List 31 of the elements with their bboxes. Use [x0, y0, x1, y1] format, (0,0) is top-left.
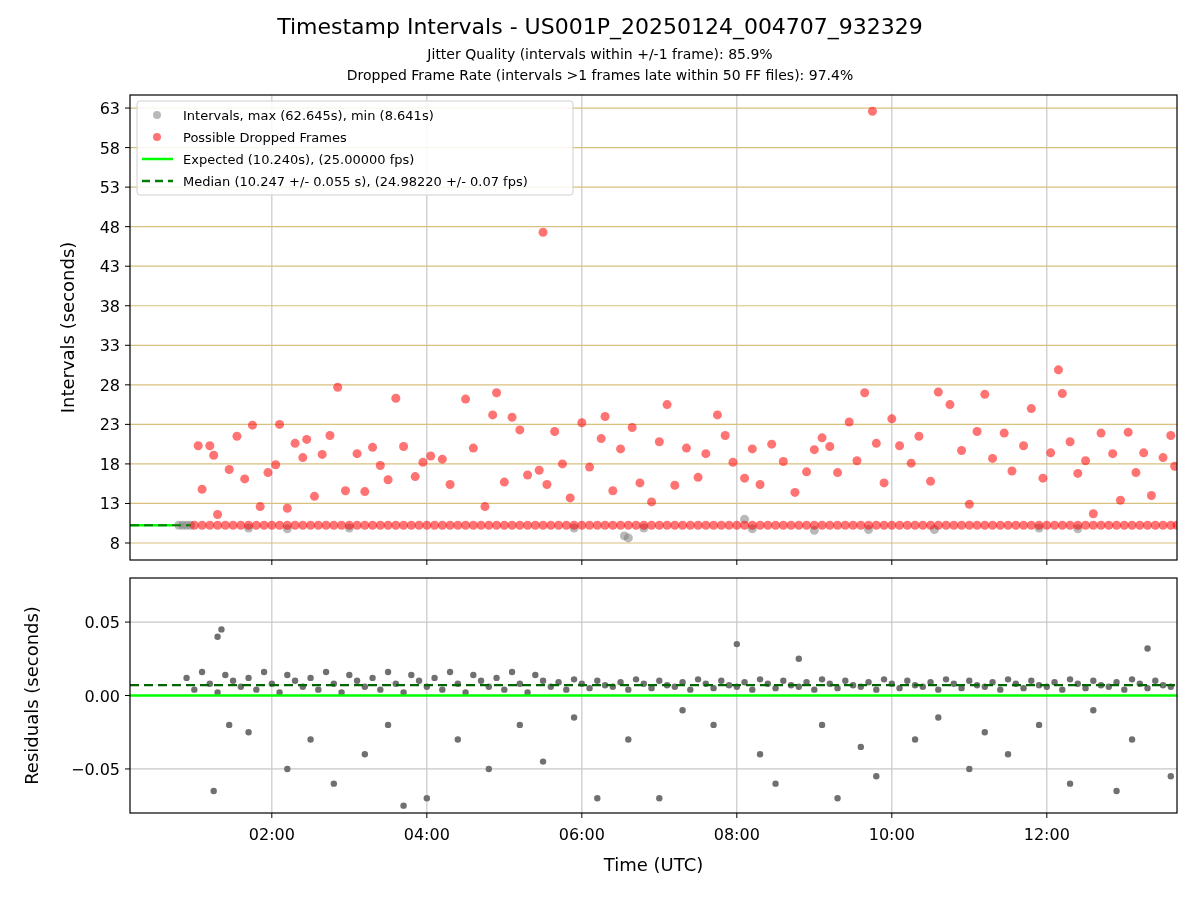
tick-label: 13	[99, 494, 120, 514]
tick-label: 10:00	[868, 825, 915, 844]
figure-title: Timestamp Intervals - US001P_20250124_004707_932329	[277, 14, 923, 41]
tick-label: −0.05	[70, 759, 120, 779]
tick-label: 43	[99, 257, 120, 277]
tick-label: 08:00	[713, 825, 760, 844]
tick-label: 8	[109, 534, 120, 553]
tick-label: 38	[99, 296, 120, 316]
legend-label: Expected (10.240s), (25.00000 fps)	[183, 152, 415, 167]
axis-label: Intervals (seconds)	[57, 241, 78, 414]
tick-label: 58	[99, 138, 120, 158]
figure-subtitle: Dropped Frame Rate (intervals >1 frames late within 50 FF files): 97.4%	[346, 66, 854, 86]
figure-subtitle: Jitter Quality (intervals within +/-1 frame): 85.9%	[427, 45, 773, 65]
legend-label: Possible Dropped Frames	[183, 130, 347, 145]
tick-label: 0.00	[84, 686, 120, 706]
tick-label: 23	[99, 415, 120, 435]
legend-label: Median (10.247 +/- 0.055 s), (24.98220 +/- 0.07 fps)	[183, 174, 528, 189]
tick-label: 02:00	[248, 825, 295, 844]
tick-label: 63	[99, 99, 120, 119]
legend-label: Intervals, max (62.645s), min (8.641s)	[183, 108, 434, 123]
tick-label: 28	[99, 375, 120, 395]
tick-label: 12:00	[1023, 825, 1070, 844]
tick-label: 06:00	[558, 825, 605, 844]
axis-label: Time (UTC)	[603, 854, 704, 875]
tick-label: 0.05	[84, 613, 120, 633]
axis-label: Residuals (seconds)	[21, 606, 42, 785]
tick-label: 18	[99, 454, 120, 474]
tick-label: 33	[99, 336, 120, 356]
tick-label: 48	[99, 217, 120, 237]
tick-label: 04:00	[403, 825, 450, 844]
tick-label: 53	[99, 178, 120, 198]
